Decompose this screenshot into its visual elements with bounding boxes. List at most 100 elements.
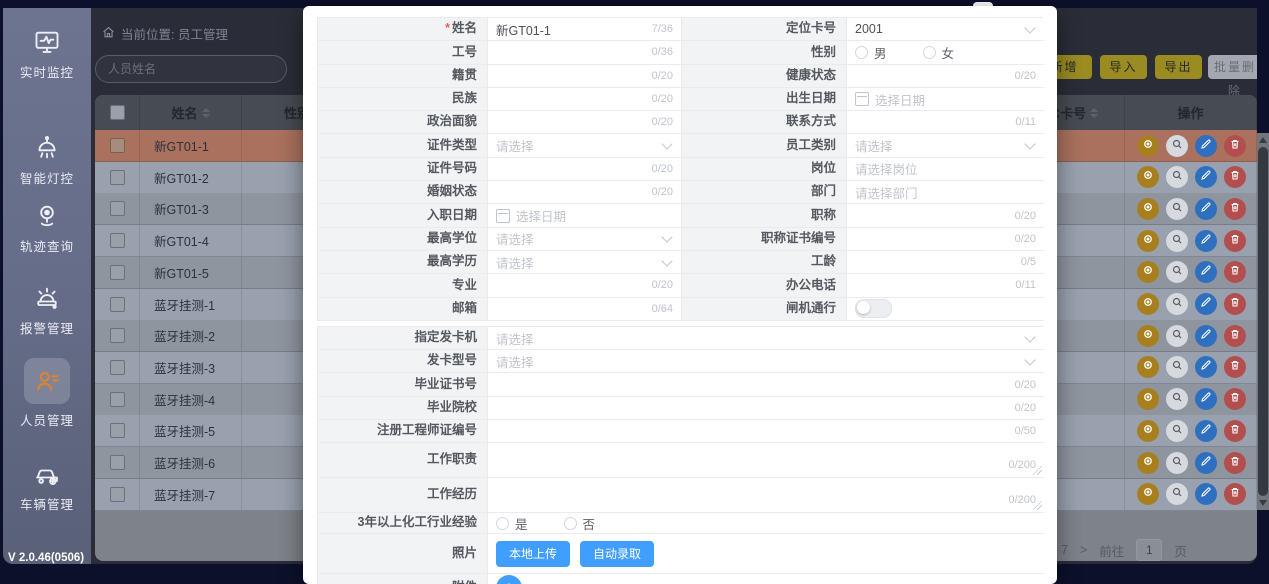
- field-专业[interactable]: 0/20: [488, 274, 682, 297]
- field-毕业院校[interactable]: 0/20: [488, 397, 1044, 420]
- view-button[interactable]: [1166, 293, 1188, 315]
- field-部门[interactable]: 请选择部门: [847, 181, 1044, 204]
- view-button[interactable]: [1166, 166, 1188, 188]
- edit-button[interactable]: [1195, 483, 1217, 505]
- delete-button[interactable]: [1224, 325, 1246, 347]
- field-性别[interactable]: 男女: [847, 41, 1044, 64]
- row-checkbox[interactable]: [110, 423, 125, 438]
- field-证件类型[interactable]: 请选择: [488, 134, 682, 157]
- table-scrollbar[interactable]: [1257, 133, 1269, 510]
- radio-circle[interactable]: [496, 517, 509, 530]
- delete-button[interactable]: [1224, 198, 1246, 220]
- field-办公电话[interactable]: 0/11: [847, 274, 1044, 297]
- row-checkbox[interactable]: [110, 138, 125, 153]
- edit-button[interactable]: [1195, 325, 1217, 347]
- field-邮箱[interactable]: 0/64: [488, 298, 682, 321]
- add-attachment-button[interactable]: +: [496, 575, 522, 584]
- field-工龄[interactable]: 0/5: [847, 251, 1044, 274]
- view-button[interactable]: [1166, 230, 1188, 252]
- field-最高学历[interactable]: 请选择: [488, 251, 682, 274]
- gate-pass-toggle[interactable]: [855, 299, 892, 318]
- edit-button[interactable]: [1195, 420, 1217, 442]
- sidebar-item-1[interactable]: 实时监控: [3, 28, 91, 81]
- field-联系方式[interactable]: 0/11: [847, 111, 1044, 134]
- field-健康状态[interactable]: 0/20: [847, 65, 1044, 88]
- scrollbar-thumb[interactable]: [1258, 147, 1268, 496]
- column-header-name[interactable]: 姓名: [140, 95, 242, 130]
- field-入职日期[interactable]: 选择日期: [488, 204, 682, 227]
- write-card-button[interactable]: [1137, 166, 1159, 188]
- scroll-up-icon[interactable]: [1259, 137, 1267, 143]
- row-checkbox[interactable]: [110, 265, 125, 280]
- delete-button[interactable]: [1224, 452, 1246, 474]
- field-附件[interactable]: +: [488, 574, 1044, 584]
- field-3年以上化工行业经验[interactable]: 是否: [488, 513, 1044, 534]
- field-发卡型号[interactable]: 请选择: [488, 350, 1044, 373]
- field-工作经历[interactable]: 0/200: [488, 478, 1044, 513]
- sidebar-item-6[interactable]: 车辆管理: [3, 460, 91, 513]
- field-最高学位[interactable]: 请选择: [488, 228, 682, 251]
- field-毕业证书号[interactable]: 0/20: [488, 373, 1044, 396]
- write-card-button[interactable]: [1137, 483, 1159, 505]
- radio-circle[interactable]: [564, 517, 577, 530]
- sort-asc-icon[interactable]: [202, 108, 210, 112]
- edit-button[interactable]: [1195, 356, 1217, 378]
- field-政治面貌[interactable]: 0/20: [488, 111, 682, 134]
- sort-icons[interactable]: [202, 108, 210, 118]
- edit-button[interactable]: [1195, 293, 1217, 315]
- view-button[interactable]: [1166, 388, 1188, 410]
- resize-handle-icon[interactable]: [1033, 466, 1042, 475]
- field-职称证书编号[interactable]: 0/20: [847, 228, 1044, 251]
- sidebar-item-2[interactable]: 智能灯控: [3, 134, 91, 187]
- write-card-button[interactable]: [1137, 356, 1159, 378]
- row-checkbox[interactable]: [110, 233, 125, 248]
- edit-button[interactable]: [1195, 388, 1217, 410]
- delete-button[interactable]: [1224, 420, 1246, 442]
- row-checkbox[interactable]: [110, 201, 125, 216]
- write-card-button[interactable]: [1137, 388, 1159, 410]
- sort-desc-icon[interactable]: [202, 114, 210, 118]
- import-button[interactable]: 导入: [1100, 55, 1147, 79]
- field-姓名[interactable]: 新GT01-17/36: [488, 18, 682, 41]
- write-card-button[interactable]: [1137, 452, 1159, 474]
- sidebar-item-5[interactable]: 人员管理: [3, 358, 91, 429]
- row-checkbox[interactable]: [110, 392, 125, 407]
- auto-capture-button[interactable]: 自动录取: [580, 541, 654, 567]
- row-checkbox[interactable]: [110, 328, 125, 343]
- row-checkbox[interactable]: [110, 360, 125, 375]
- field-岗位[interactable]: 请选择岗位: [847, 158, 1044, 181]
- field-闸机通行[interactable]: [847, 298, 1044, 321]
- view-button[interactable]: [1166, 452, 1188, 474]
- field-工号[interactable]: 0/36: [488, 41, 682, 64]
- view-button[interactable]: [1166, 356, 1188, 378]
- field-婚姻状态[interactable]: 0/20: [488, 181, 682, 204]
- field-注册工程师证编号[interactable]: 0/50: [488, 420, 1044, 443]
- field-籍贯[interactable]: 0/20: [488, 65, 682, 88]
- radio-circle[interactable]: [923, 46, 936, 59]
- write-card-button[interactable]: [1137, 198, 1159, 220]
- row-checkbox[interactable]: [110, 170, 125, 185]
- field-定位卡号[interactable]: 2001: [847, 18, 1044, 41]
- edit-button[interactable]: [1195, 230, 1217, 252]
- field-出生日期[interactable]: 选择日期: [847, 88, 1044, 111]
- sort-desc-icon[interactable]: [1090, 114, 1098, 118]
- edit-button[interactable]: [1195, 452, 1217, 474]
- radio-option-否[interactable]: 否: [564, 514, 596, 533]
- edit-button[interactable]: [1195, 135, 1217, 157]
- scroll-down-icon[interactable]: [1259, 500, 1267, 506]
- delete-button[interactable]: [1224, 293, 1246, 315]
- edit-button[interactable]: [1195, 198, 1217, 220]
- write-card-button[interactable]: [1137, 135, 1159, 157]
- row-checkbox[interactable]: [110, 297, 125, 312]
- delete-button[interactable]: [1224, 356, 1246, 378]
- view-button[interactable]: [1166, 325, 1188, 347]
- field-职称[interactable]: 0/20: [847, 204, 1044, 227]
- export-button[interactable]: 导出: [1155, 55, 1202, 79]
- delete-button[interactable]: [1224, 166, 1246, 188]
- radio-option-是[interactable]: 是: [496, 514, 528, 533]
- view-button[interactable]: [1166, 261, 1188, 283]
- delete-button[interactable]: [1224, 261, 1246, 283]
- field-照片[interactable]: 本地上传自动录取: [488, 534, 1044, 574]
- view-button[interactable]: [1166, 420, 1188, 442]
- goto-page-input[interactable]: 1: [1136, 539, 1162, 561]
